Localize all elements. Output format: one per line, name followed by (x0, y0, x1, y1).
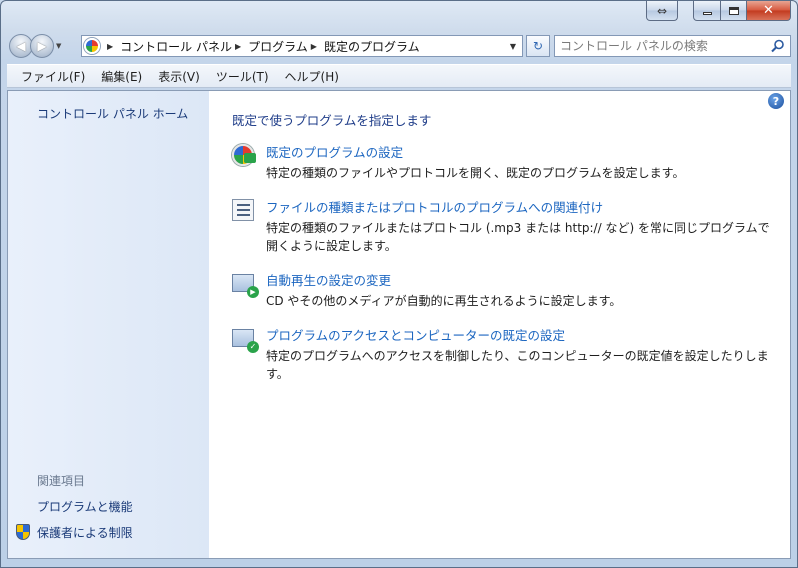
set-default-programs-link[interactable]: 既定のプログラムの設定 (266, 142, 403, 161)
task-description: CD やその他のメディアが自動的に再生されるように設定します。 (266, 294, 622, 308)
programs-and-features-link[interactable]: プログラムと機能 (37, 498, 133, 515)
chevron-right-icon[interactable]: ▶ (107, 42, 113, 51)
task-description: 特定の種類のファイルまたはプロトコル (.mp3 または http:// など)… (266, 221, 770, 253)
navigation-bar: ◀ ▶ ▼ ▶ コントロール パネル ▶ プログラム ▶ 既定のプログラム ▼ … (9, 32, 791, 60)
window-restore-icon[interactable]: ⇔ (646, 1, 678, 21)
refresh-icon: ↻ (532, 39, 544, 53)
menu-file[interactable]: ファイル(F) (13, 68, 93, 85)
program-access-link[interactable]: プログラムのアクセスとコンピューターの既定の設定 (266, 325, 565, 344)
file-association-icon (232, 199, 254, 221)
menu-tools[interactable]: ツール(T) (208, 68, 277, 85)
file-association-link[interactable]: ファイルの種類またはプロトコルのプログラムへの関連付け (266, 197, 603, 216)
recent-pages-dropdown-icon[interactable]: ▼ (56, 42, 61, 50)
chevron-right-icon[interactable]: ▶ (311, 42, 317, 51)
task-program-access: プログラムのアクセスとコンピューターの既定の設定 特定のプログラムへのアクセスを… (232, 325, 782, 385)
autoplay-settings-link[interactable]: 自動再生の設定の変更 (266, 270, 391, 289)
task-description: 特定の種類のファイルやプロトコルを開く、既定のプログラムを設定します。 (266, 166, 685, 180)
breadcrumb-default-programs[interactable]: 既定のプログラム (324, 38, 420, 55)
caption-buttons: ✕ (693, 1, 791, 21)
breadcrumb-programs[interactable]: プログラム (248, 38, 308, 55)
task-pane: コントロール パネル ホーム 関連項目 プログラムと機能 保護者による制限 (8, 91, 209, 558)
close-button[interactable]: ✕ (747, 1, 791, 21)
menu-bar: ファイル(F) 編集(E) 表示(V) ツール(T) ヘルプ(H) (7, 64, 791, 88)
menu-edit[interactable]: 編集(E) (93, 68, 150, 85)
address-bar[interactable]: ▶ コントロール パネル ▶ プログラム ▶ 既定のプログラム ▼ (81, 35, 523, 57)
autoplay-icon (232, 274, 259, 298)
search-icon[interactable] (771, 39, 785, 53)
back-arrow-icon: ◀ (16, 39, 26, 53)
menu-help[interactable]: ヘルプ(H) (277, 68, 347, 85)
search-input[interactable] (560, 39, 760, 53)
maximize-icon (728, 6, 739, 15)
main-panel: 既定で使うプログラムを指定します 既定のプログラムの設定 特定の種類のファイルや… (232, 91, 790, 558)
task-file-association: ファイルの種類またはプロトコルのプログラムへの関連付け 特定の種類のファイルまた… (232, 197, 782, 257)
chevron-right-icon[interactable]: ▶ (235, 42, 241, 51)
minimize-button[interactable] (693, 1, 721, 21)
page-title: 既定で使うプログラムを指定します (232, 113, 432, 128)
default-programs-icon (232, 144, 256, 166)
control-panel-icon (84, 38, 100, 54)
task-description: 特定のプログラムへのアクセスを制御したり、このコンピューターの既定値を設定したり… (266, 349, 769, 381)
parental-controls-link[interactable]: 保護者による制限 (37, 524, 133, 541)
forward-button[interactable]: ▶ (30, 34, 54, 58)
refresh-button[interactable]: ↻ (526, 35, 550, 57)
content-area: コントロール パネル ホーム 関連項目 プログラムと機能 保護者による制限 ? … (7, 90, 791, 559)
shield-icon (16, 524, 30, 540)
address-dropdown-icon[interactable]: ▼ (510, 42, 516, 51)
task-autoplay: 自動再生の設定の変更 CD やその他のメディアが自動的に再生されるように設定しま… (232, 270, 782, 310)
menu-view[interactable]: 表示(V) (150, 68, 208, 85)
program-access-icon (232, 329, 259, 353)
maximize-button[interactable] (721, 1, 747, 21)
breadcrumb-control-panel[interactable]: コントロール パネル (120, 38, 232, 55)
close-icon: ✕ (763, 3, 774, 18)
minimize-icon (702, 12, 712, 15)
control-panel-home-link[interactable]: コントロール パネル ホーム (37, 105, 188, 122)
search-box (554, 35, 791, 57)
related-heading: 関連項目 (37, 474, 86, 488)
control-panel-window: ⇔ ✕ ◀ ▶ ▼ ▶ コントロール パネル ▶ プログラム ▶ 既定のプログラ… (0, 0, 798, 568)
task-default-programs: 既定のプログラムの設定 特定の種類のファイルやプロトコルを開く、既定のプログラム… (232, 142, 782, 182)
forward-arrow-icon: ▶ (37, 39, 47, 53)
